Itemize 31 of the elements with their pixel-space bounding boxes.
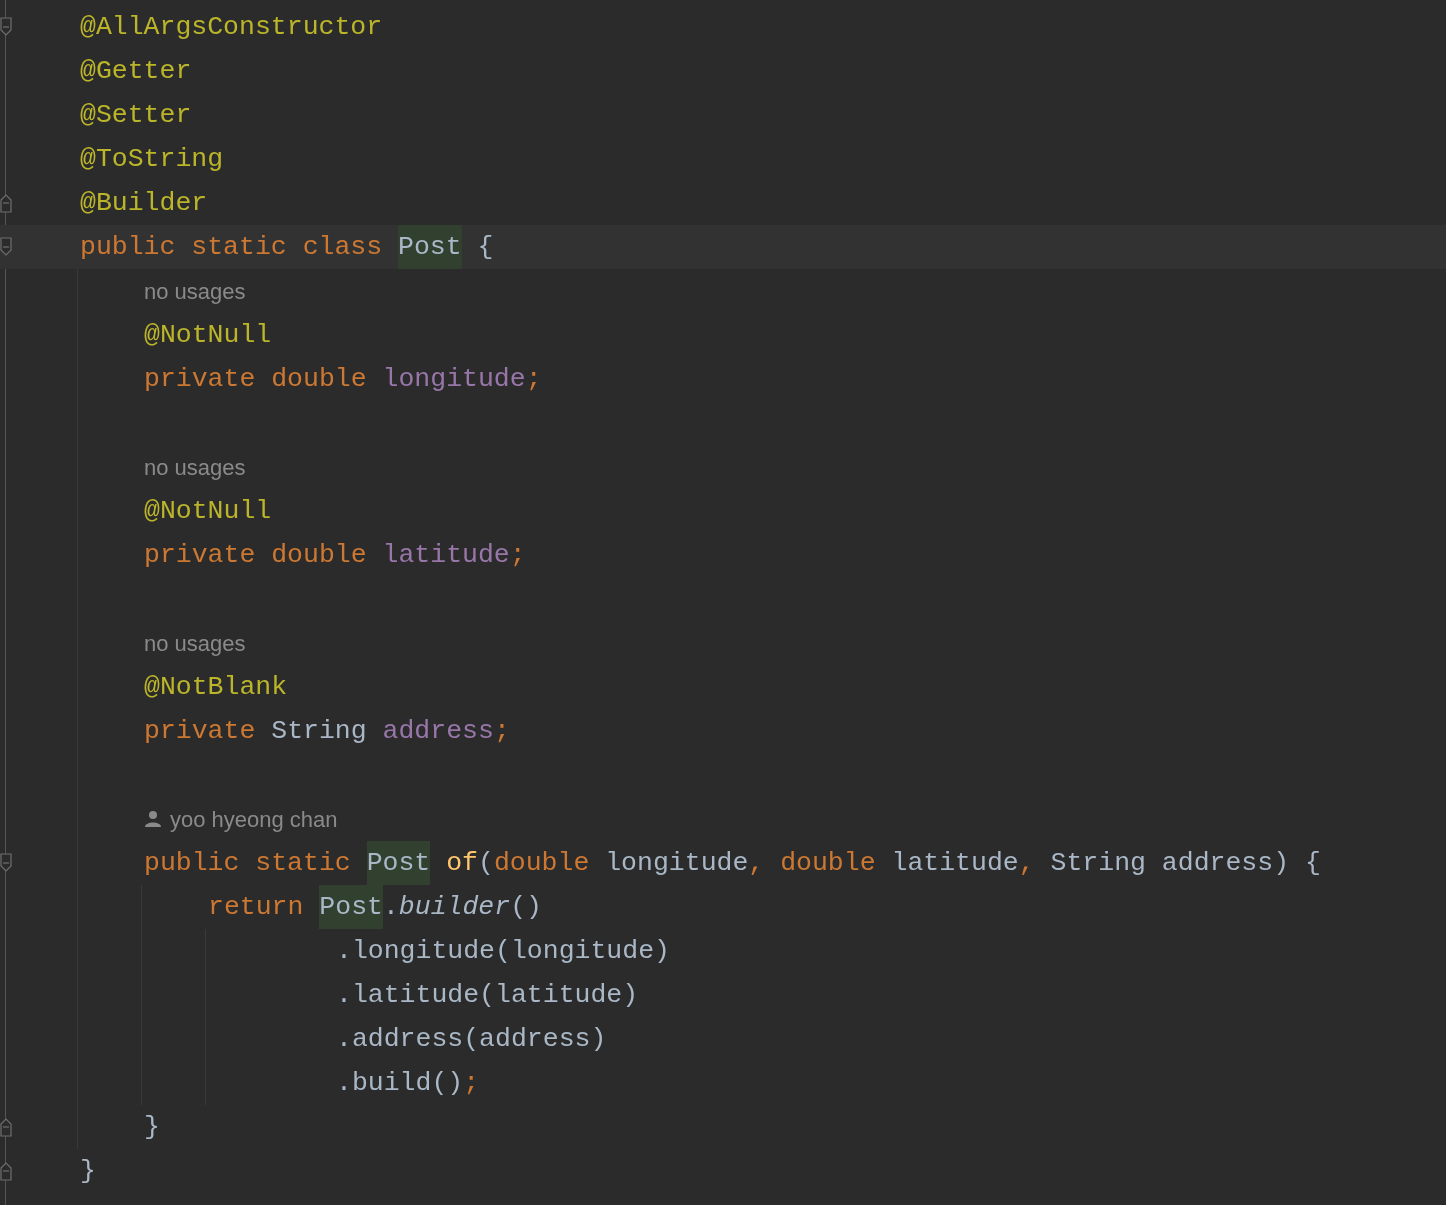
code-line: @AllArgsConstructor [80,11,383,44]
code-line: @Setter [80,99,192,132]
code-line: @Builder [80,187,208,220]
code-line: private double latitude; [144,539,526,572]
code-line: private String address; [144,715,510,748]
code-line: .longitude(longitude) [336,935,670,968]
author-hint[interactable]: yoo hyeong chan [170,802,338,836]
fold-icon[interactable] [0,1117,12,1137]
code-line: .address(address) [336,1023,607,1056]
code-line: @NotNull [144,319,272,352]
fold-icon[interactable] [0,237,12,257]
code-line: } [80,1155,96,1188]
code-line: @NotBlank [144,671,288,704]
usage-hint[interactable]: no usages [144,626,246,660]
code-line: .build(); [336,1067,480,1100]
code-line: @ToString [80,143,224,176]
fold-icon[interactable] [0,193,12,213]
fold-icon[interactable] [0,1161,12,1181]
usage-hint[interactable]: no usages [144,274,246,308]
code-line: return Post.builder() [208,885,542,929]
code-line: .latitude(latitude) [336,979,639,1012]
code-line: @Getter [80,55,192,88]
fold-icon[interactable] [0,853,12,873]
person-icon [144,810,162,828]
code-line: @NotNull [144,495,272,528]
code-line: } [144,1111,160,1144]
code-line: public static Post of(double longitude, double latitude, String address) { [144,841,1321,885]
fold-icon[interactable] [0,17,12,37]
code-line: public static class Post { [80,225,494,269]
usage-hint[interactable]: no usages [144,450,246,484]
code-line: private double longitude; [144,363,542,396]
